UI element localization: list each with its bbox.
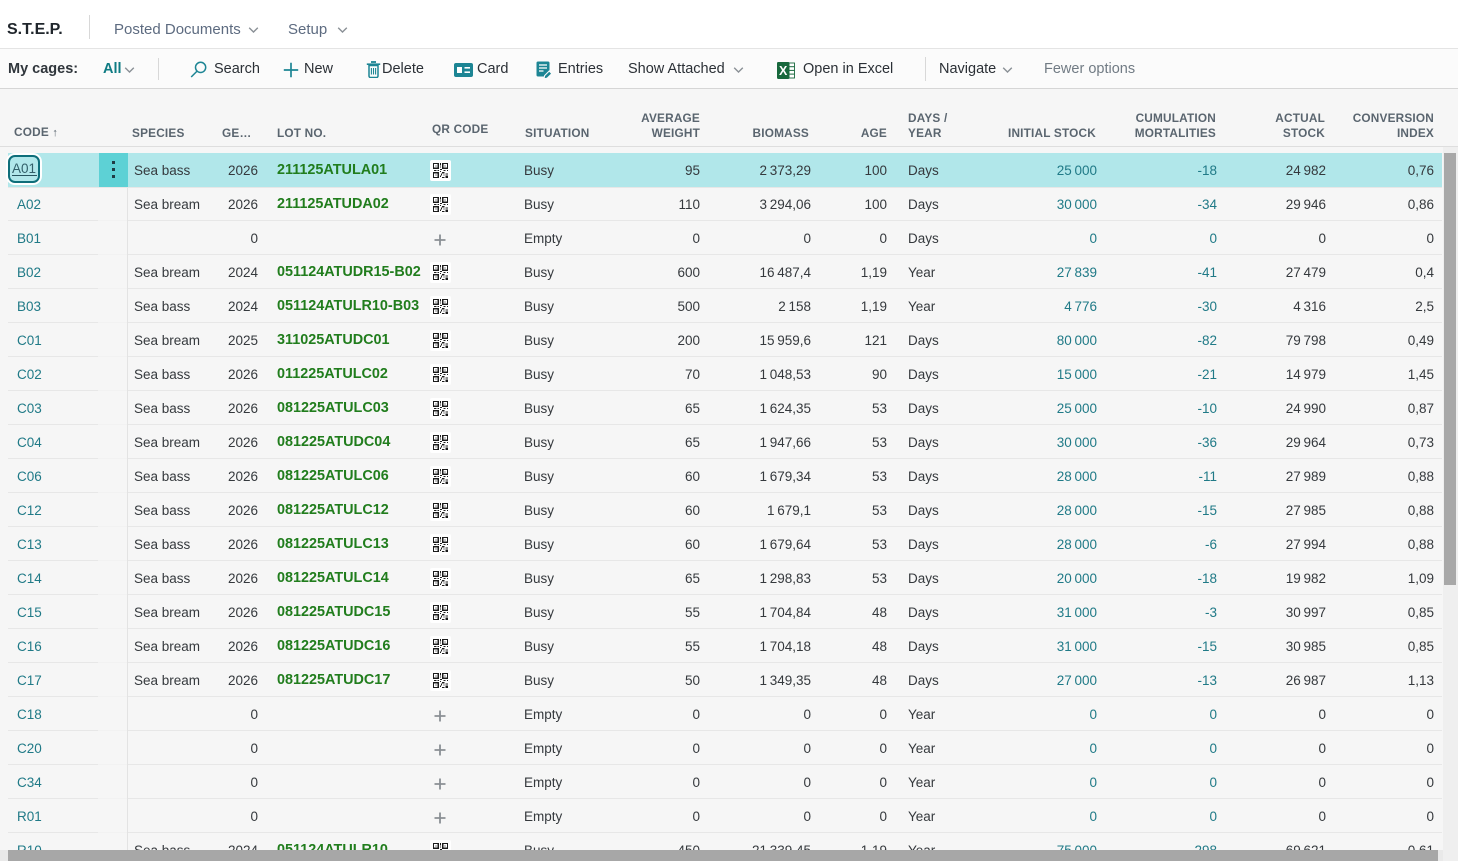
svg-text:X: X [779,64,788,78]
